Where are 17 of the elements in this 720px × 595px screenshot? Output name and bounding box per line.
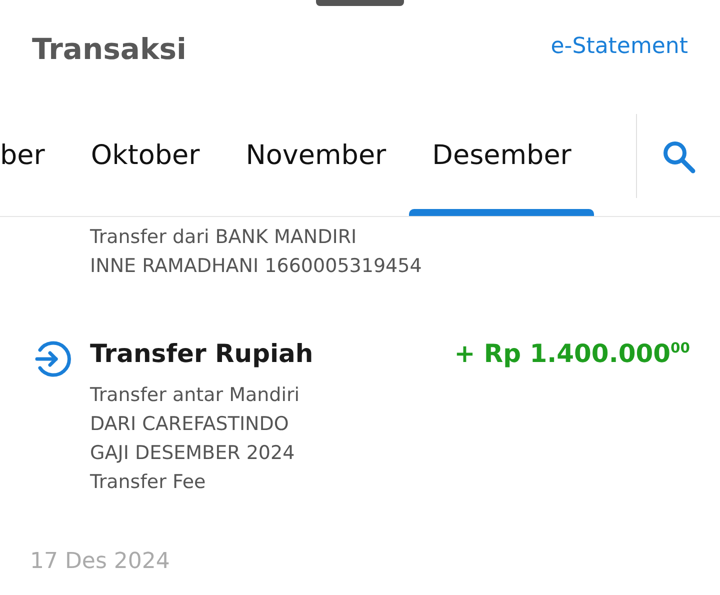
month-tab[interactable]: November: [222, 114, 410, 216]
month-tab[interactable]: ber: [0, 114, 68, 216]
transaction-detail: Transfer antar Mandiri: [90, 383, 301, 408]
transaction-title: Transfer Rupiah: [90, 339, 314, 368]
drag-handle[interactable]: [316, 0, 404, 6]
page-title: Transaksi: [32, 32, 186, 66]
transaction-amount: + Rp 1.400.000$^{00}$: [454, 339, 690, 368]
transaction-detail: DARI CAREFASTINDO: [90, 412, 290, 437]
transaction-detail: INNE RAMADHANI 1660005319454: [90, 254, 423, 279]
month-tab[interactable]: Desember: [409, 114, 594, 216]
search-icon[interactable]: [662, 140, 696, 174]
transaction-detail: Transfer dari BANK MANDIRI: [90, 225, 358, 250]
transaction-detail: Transfer Fee: [90, 470, 207, 495]
e-statement-link[interactable]: e-Statement: [550, 34, 688, 59]
transaction-detail: GAJI DESEMBER 2024: [90, 441, 296, 466]
month-tab[interactable]: Oktober: [68, 114, 223, 216]
date-header: 17 Des 2024: [29, 549, 171, 574]
